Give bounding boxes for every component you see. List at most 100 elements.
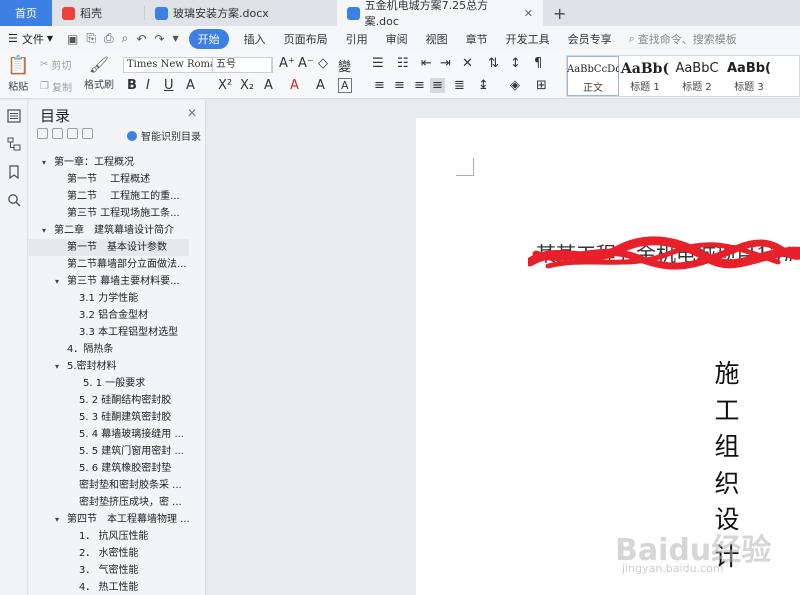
- toc-item[interactable]: 3.1 力学性能: [29, 290, 189, 307]
- line-spacing-icon[interactable]: ↨: [478, 78, 489, 93]
- toc-item[interactable]: ▾ 第三节 幕墙主要材料要...: [29, 273, 189, 290]
- strikethrough-icon[interactable]: A: [186, 78, 195, 93]
- menu-tab-references[interactable]: 引用: [337, 31, 377, 47]
- clear-format-icon[interactable]: ◇: [318, 56, 328, 71]
- shrink-font-icon[interactable]: A⁻: [298, 56, 314, 71]
- save-icon[interactable]: ▣: [63, 32, 82, 46]
- toc-item[interactable]: 4．隔热条: [29, 341, 189, 358]
- font-color-icon[interactable]: A: [290, 78, 299, 93]
- toc-item[interactable]: 4． 热工性能: [29, 579, 189, 595]
- tab-doc-active[interactable]: 五金机电城方案7.25总方案.doc ✕: [337, 0, 543, 28]
- toc-item[interactable]: 2． 水密性能: [29, 545, 189, 562]
- tab-doc-glass[interactable]: 玻璃安装方案.docx: [145, 0, 337, 26]
- structure-icon[interactable]: [7, 137, 21, 151]
- tab-daoke[interactable]: 稻壳: [52, 0, 144, 26]
- toc-item[interactable]: 5. 6 建筑橡胶密封垫: [29, 460, 189, 477]
- paste-button[interactable]: 📋 粘贴: [7, 55, 29, 93]
- redo-icon[interactable]: ↷: [150, 32, 168, 46]
- chevron-down-icon[interactable]: ▾: [42, 222, 46, 239]
- close-icon[interactable]: ✕: [187, 106, 197, 120]
- undo-icon[interactable]: ↶: [132, 32, 150, 46]
- numbered-list-icon[interactable]: ☷: [397, 56, 409, 71]
- toc-item[interactable]: 3.3 本工程铝型材选型: [29, 324, 189, 341]
- grow-font-icon[interactable]: A⁺: [279, 56, 295, 71]
- toc-item[interactable]: ▾ 第一章：工程概况: [29, 154, 189, 171]
- toc-item[interactable]: 第一节 工程概述: [29, 171, 189, 188]
- add-heading-icon[interactable]: [67, 128, 78, 139]
- borders-icon[interactable]: ⊞: [536, 78, 547, 93]
- remove-heading-icon[interactable]: [82, 128, 93, 139]
- menu-tab-insert[interactable]: 插入: [235, 31, 275, 47]
- style-heading-3[interactable]: AaBb( 标题 3: [723, 56, 775, 96]
- toc-item[interactable]: 5. 3 硅酮建筑密封胶: [29, 409, 189, 426]
- toc-item[interactable]: 3.2 铝合金型材: [29, 307, 189, 324]
- copy-button[interactable]: ❐ 复制: [40, 79, 72, 94]
- menu-tab-home[interactable]: 开始: [188, 28, 229, 49]
- align-left-icon[interactable]: ≡: [374, 78, 385, 93]
- indent-icon[interactable]: ⇥: [440, 56, 451, 71]
- align-right-icon[interactable]: ≡: [414, 78, 425, 93]
- highlight-icon[interactable]: A: [264, 78, 273, 93]
- toc-item[interactable]: 1． 抗风压性能: [29, 528, 189, 545]
- bullet-list-icon[interactable]: ☰: [372, 56, 384, 71]
- print-icon[interactable]: ⎙: [100, 31, 118, 46]
- smart-toc-button[interactable]: 智能识别目录: [127, 128, 201, 143]
- expand-all-icon[interactable]: [52, 128, 63, 139]
- italic-icon[interactable]: I: [146, 78, 150, 93]
- chevron-down-icon[interactable]: ▾: [42, 154, 46, 171]
- subscript-icon[interactable]: X₂: [240, 78, 254, 93]
- toc-item[interactable]: ▾ 5.密封材料: [29, 358, 189, 375]
- search-icon[interactable]: [7, 193, 21, 207]
- outdent-icon[interactable]: ⇤: [421, 56, 432, 71]
- distributed-icon[interactable]: ≣: [454, 78, 465, 93]
- toc-item[interactable]: 5. 1 一般要求: [29, 375, 189, 392]
- menu-tab-member[interactable]: 会员专享: [559, 31, 621, 47]
- menu-tab-view[interactable]: 视图: [417, 31, 457, 47]
- chevron-down-icon[interactable]: ▾: [55, 511, 59, 528]
- char-shading-icon[interactable]: A: [316, 78, 325, 93]
- show-marks-icon[interactable]: ¶: [534, 56, 542, 71]
- underline-icon[interactable]: U: [164, 78, 174, 93]
- preview-icon[interactable]: ⌕: [118, 31, 133, 46]
- style-heading-2[interactable]: AaBbC 标题 2: [671, 56, 723, 96]
- toc-item[interactable]: 5. 4 幕墙玻璃接缝用 ...: [29, 426, 189, 443]
- toc-item[interactable]: 密封垫和密封胶条采 ...: [29, 477, 189, 494]
- export-icon[interactable]: ⎘: [82, 31, 100, 46]
- menu-tab-sections[interactable]: 章节: [457, 31, 497, 47]
- format-painter-button[interactable]: 🖌 格式刷: [84, 55, 114, 91]
- toc-item[interactable]: ▾ 第二章 建筑幕墙设计简介: [29, 222, 189, 239]
- chinese-layout-icon[interactable]: ✕: [462, 56, 473, 71]
- style-normal[interactable]: AaBbCcDd 正文: [567, 56, 619, 96]
- chevron-down-icon[interactable]: ▾: [55, 273, 59, 290]
- collapse-all-icon[interactable]: [37, 128, 48, 139]
- close-icon[interactable]: ✕: [524, 7, 533, 20]
- toc-item[interactable]: 3． 气密性能: [29, 562, 189, 579]
- toc-item[interactable]: 第二节幕墙部分立面做法...: [29, 256, 189, 273]
- chevron-down-icon[interactable]: ▾: [55, 358, 59, 375]
- toc-item[interactable]: 第一节 基本设计参数: [29, 239, 189, 256]
- toc-item[interactable]: 第二节 工程施工的重...: [29, 188, 189, 205]
- char-border-icon[interactable]: A: [338, 78, 352, 93]
- toc-item[interactable]: 5. 2 硅酮结构密封胶: [29, 392, 189, 409]
- style-heading-1[interactable]: AaBb( 标题 1: [619, 56, 671, 96]
- file-menu[interactable]: ☰ 文件 ▼: [0, 31, 53, 47]
- bold-icon[interactable]: B: [127, 78, 137, 93]
- cut-button[interactable]: ✂ 剪切: [40, 57, 71, 72]
- bookmark-icon[interactable]: [7, 165, 21, 179]
- shading-icon[interactable]: ◈: [510, 78, 520, 93]
- sort-icon[interactable]: ↕: [510, 56, 521, 71]
- menu-tab-layout[interactable]: 页面布局: [275, 31, 337, 47]
- new-tab-button[interactable]: +: [543, 0, 576, 26]
- tab-home[interactable]: 首页: [0, 0, 52, 26]
- toc-item[interactable]: ▾ 第四节 本工程幕墙物理 ...: [29, 511, 189, 528]
- align-center-icon[interactable]: ≡: [394, 78, 405, 93]
- toc-item[interactable]: 第三节 工程现场施工条...: [29, 205, 189, 222]
- toc-item[interactable]: 密封垫挤压成块，密 ...: [29, 494, 189, 511]
- superscript-icon[interactable]: X²: [218, 78, 232, 93]
- font-size-select[interactable]: 五号: [212, 57, 272, 73]
- command-search[interactable]: ⌕ 查找命令、搜索模板: [629, 31, 737, 47]
- chevron-down-icon[interactable]: ▼: [168, 34, 182, 43]
- menu-tab-review[interactable]: 审阅: [377, 31, 417, 47]
- phonetic-icon[interactable]: 變: [338, 56, 351, 75]
- justify-icon[interactable]: ≡: [430, 78, 445, 93]
